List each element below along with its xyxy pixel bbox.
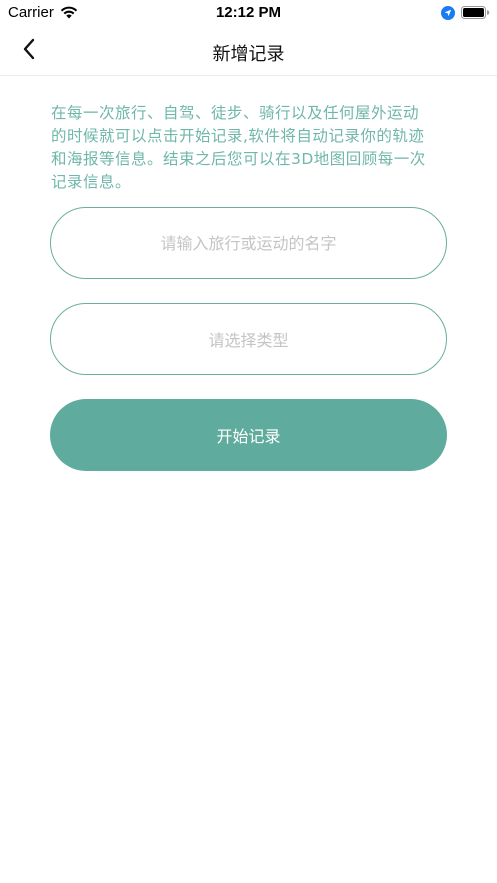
battery-icon: [461, 6, 490, 19]
description-line: 的时候就可以点击开始记录,软件将自动记录你的轨迹: [51, 127, 425, 145]
screen: Carrier 12:12 PM 新增记录 在每一次旅行、自驾、徒步、骑行以及任…: [0, 0, 497, 883]
description-line: 在每一次旅行、自驾、徒步、骑行以及任何屋外运动: [51, 104, 420, 122]
status-bar: Carrier 12:12 PM: [0, 0, 497, 26]
page-title: 新增记录: [212, 44, 285, 65]
description-text: 在每一次旅行、自驾、徒步、骑行以及任何屋外运动 的时候就可以点击开始记录,软件将…: [51, 102, 451, 194]
location-icon: [441, 6, 455, 20]
description-line: 记录信息。: [51, 173, 132, 191]
status-time: 12:12 PM: [215, 4, 282, 21]
type-select[interactable]: 请选择类型: [50, 303, 447, 375]
activity-name-field: [50, 207, 447, 279]
activity-name-input[interactable]: [51, 208, 446, 278]
start-record-button[interactable]: 开始记录: [50, 399, 447, 471]
navigation-bar: 新增记录: [0, 26, 497, 76]
description-line: 和海报等信息。结束之后您可以在3D地图回顾每一次: [51, 150, 426, 168]
type-select-placeholder: 请选择类型: [208, 331, 289, 350]
